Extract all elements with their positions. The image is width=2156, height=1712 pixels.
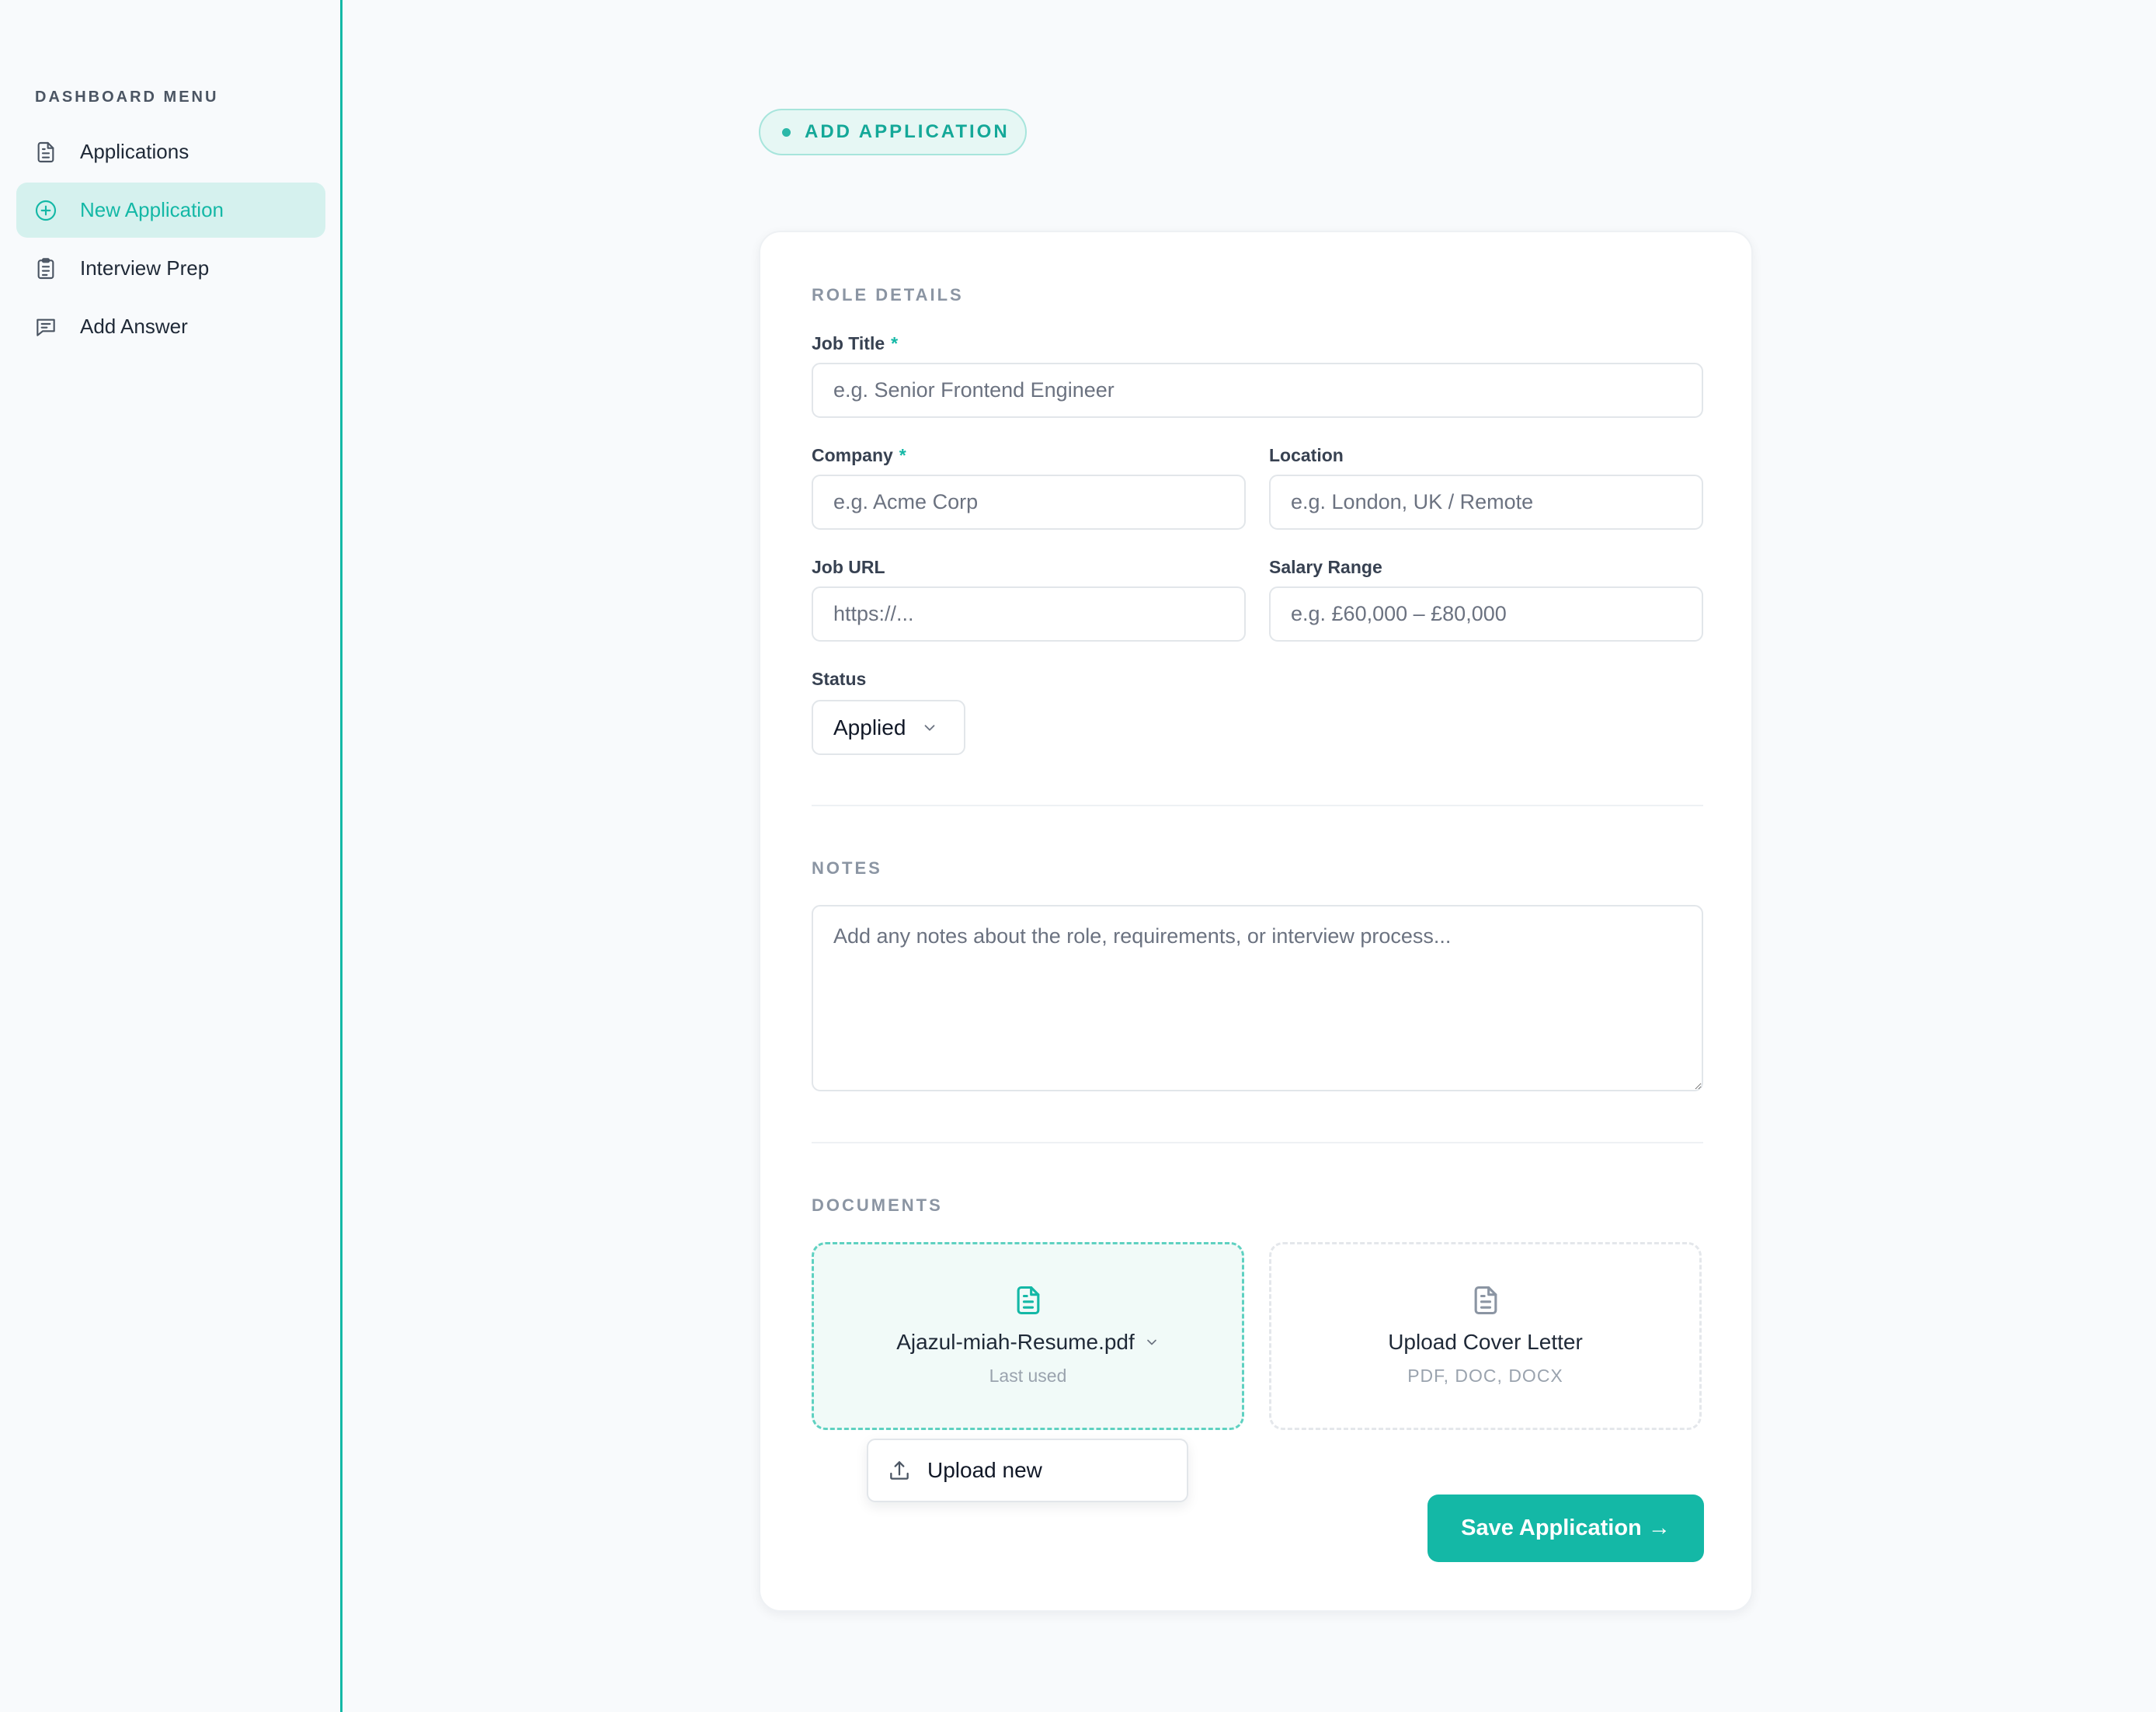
sidebar-item-applications[interactable]: Applications: [16, 124, 325, 179]
section-title-documents: DOCUMENTS: [812, 1195, 943, 1215]
cover-letter-row: Upload Cover Letter: [1388, 1330, 1583, 1355]
section-divider: [812, 1142, 1703, 1143]
app-root: DASHBOARD MENU Applications New Applicat…: [0, 0, 2156, 1712]
job-title-label-text: Job Title: [812, 333, 885, 353]
company-input[interactable]: [812, 475, 1246, 530]
section-title-notes: NOTES: [812, 858, 882, 878]
sidebar-item-label: Interview Prep: [80, 256, 210, 280]
sidebar-item-label: Applications: [80, 140, 190, 163]
status-select[interactable]: Applied: [812, 700, 965, 755]
resume-filename: Ajazul-miah-Resume.pdf: [896, 1330, 1135, 1354]
page-title-pill: ADD APPLICATION: [759, 109, 1027, 155]
status-dot-icon: [782, 127, 791, 137]
sidebar-item-new-application[interactable]: New Application: [16, 183, 325, 238]
sidebar-menu-label: DASHBOARD MENU: [35, 89, 219, 106]
status-select-value: Applied: [833, 715, 906, 739]
job-title-label: Job Title *: [812, 333, 898, 354]
upload-new-menu-item[interactable]: Upload new: [868, 1440, 1187, 1501]
application-form-card: ROLE DETAILS Job Title * Company * Locatio…: [759, 231, 1753, 1612]
file-text-icon: [1017, 1286, 1039, 1315]
section-divider: [812, 805, 1703, 806]
file-text-icon: [1474, 1286, 1497, 1315]
save-application-button[interactable]: Save Application →: [1427, 1495, 1704, 1562]
upload-new-label: Upload new: [927, 1458, 1042, 1482]
cover-letter-subtext: PDF, DOC, DOCX: [1407, 1366, 1563, 1386]
location-label: Location: [1269, 445, 1344, 465]
resume-file-row[interactable]: Ajazul-miah-Resume.pdf: [896, 1330, 1160, 1355]
resume-options-dropdown: Upload new: [867, 1439, 1188, 1502]
job-url-label: Job URL: [812, 557, 885, 577]
sidebar-item-label: New Application: [80, 198, 224, 221]
required-marker: *: [891, 333, 899, 353]
location-input[interactable]: [1269, 475, 1703, 530]
status-label: Status: [812, 669, 867, 689]
sidebar-item-label: Add Answer: [80, 315, 188, 338]
required-marker: *: [899, 445, 906, 465]
job-url-input[interactable]: [812, 586, 1246, 642]
company-label-text: Company: [812, 445, 893, 465]
chevron-down-icon[interactable]: [1144, 1334, 1160, 1350]
resume-upload-box[interactable]: Ajazul-miah-Resume.pdf Last used: [812, 1242, 1244, 1430]
cover-letter-title: Upload Cover Letter: [1388, 1330, 1583, 1354]
chat-icon: [37, 318, 55, 336]
clipboard-icon: [37, 257, 54, 279]
company-label: Company *: [812, 445, 906, 466]
page-title: ADD APPLICATION: [805, 121, 1010, 142]
salary-range-input[interactable]: [1269, 586, 1703, 642]
section-title-role-details: ROLE DETAILS: [812, 285, 964, 304]
chevron-down-icon: [924, 724, 935, 731]
notes-textarea[interactable]: [812, 905, 1703, 1091]
plus-circle-icon: [35, 200, 57, 221]
upload-icon: [890, 1461, 909, 1480]
document-icon: [37, 141, 54, 162]
salary-range-label: Salary Range: [1269, 557, 1382, 577]
job-title-input[interactable]: [812, 363, 1703, 418]
sidebar-item-interview-prep[interactable]: Interview Prep: [16, 241, 325, 296]
sidebar: DASHBOARD MENU Applications New Applicat…: [0, 0, 343, 1712]
cover-letter-upload-box[interactable]: Upload Cover Letter PDF, DOC, DOCX: [1269, 1242, 1702, 1430]
sidebar-item-add-answer[interactable]: Add Answer: [16, 299, 325, 354]
resume-subtext: Last used: [989, 1366, 1067, 1386]
